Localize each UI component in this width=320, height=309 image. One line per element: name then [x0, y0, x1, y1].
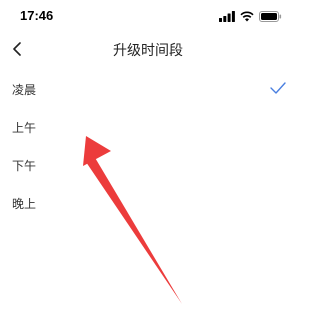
cellular-signal-icon — [219, 10, 235, 22]
option-label: 晚上 — [12, 196, 37, 211]
time-slot-screen: 17:46 升级时间段 凌晨 上午 下午 晚上 — [0, 0, 296, 309]
option-label: 凌晨 — [12, 82, 37, 97]
status-time: 17:46 — [20, 8, 54, 23]
time-slot-list: 凌晨 上午 下午 晚上 — [0, 70, 296, 222]
option-morning[interactable]: 上午 — [0, 108, 296, 146]
page-title: 升级时间段 — [113, 43, 183, 59]
checkmark-icon — [270, 82, 286, 94]
navigation-bar: 升级时间段 — [0, 34, 296, 64]
option-label: 上午 — [12, 120, 37, 135]
option-evening[interactable]: 晚上 — [0, 184, 296, 222]
option-afternoon[interactable]: 下午 — [0, 146, 296, 184]
option-label: 下午 — [12, 158, 37, 173]
status-icons — [219, 10, 282, 22]
wifi-icon — [240, 11, 254, 21]
status-bar: 17:46 — [0, 0, 296, 32]
option-early-morning[interactable]: 凌晨 — [0, 70, 296, 108]
battery-icon — [259, 10, 282, 22]
